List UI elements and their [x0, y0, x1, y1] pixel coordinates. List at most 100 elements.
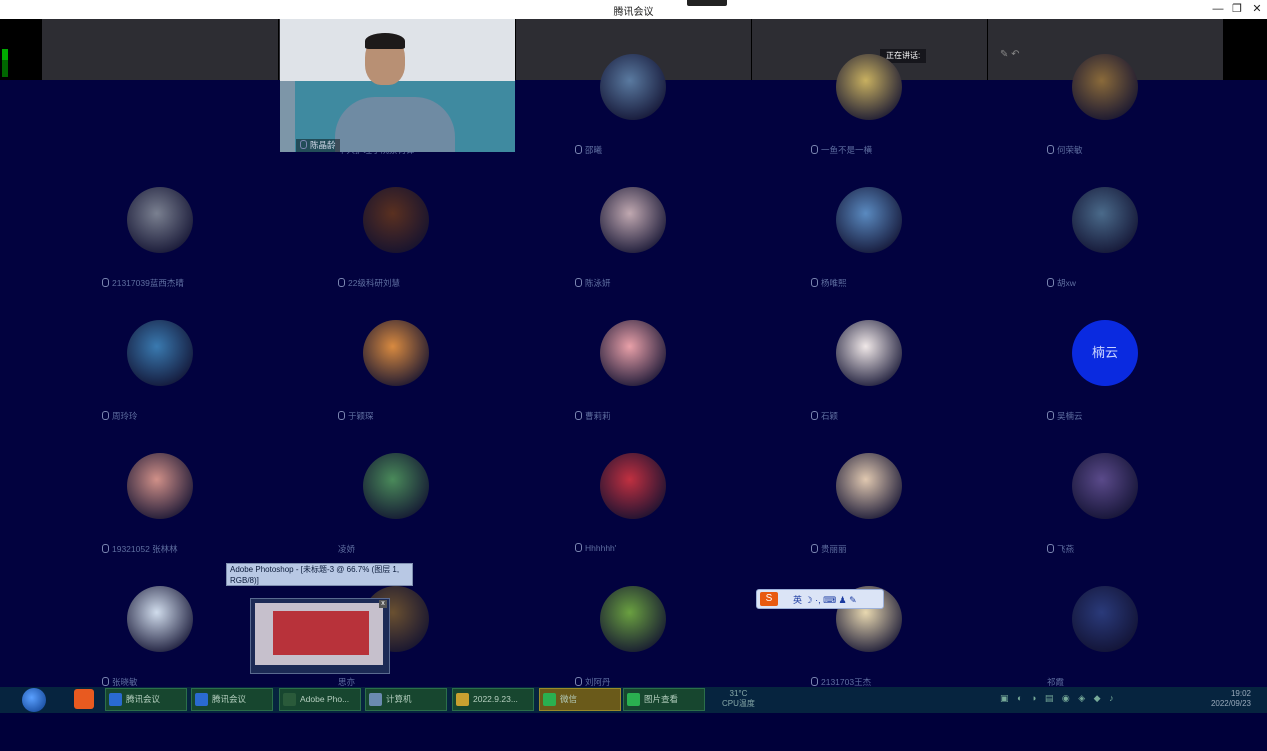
- app-icon: [109, 693, 122, 706]
- participant-name: 飞燕: [1047, 543, 1074, 555]
- avatar: [127, 453, 193, 519]
- participant-name: 石颖: [811, 410, 838, 422]
- taskbar: 31°C CPU温度 ▣ ◐ ◑ ▤ ◉ ◈ ◆ ♪ 19:02 2022/09…: [0, 687, 1267, 713]
- mic-icon: [102, 278, 109, 287]
- minimize-button[interactable]: —: [1210, 2, 1226, 16]
- avatar: [836, 54, 902, 120]
- mic-icon: [575, 278, 582, 287]
- mic-icon: [102, 411, 109, 420]
- thumbnail-banner: [273, 611, 369, 655]
- mic-icon: [102, 677, 109, 686]
- participant-tile[interactable]: 祁霞: [987, 586, 1223, 751]
- taskbar-button[interactable]: 计算机: [365, 688, 447, 711]
- mic-icon: [1047, 145, 1054, 154]
- close-button[interactable]: ✕: [1249, 2, 1265, 16]
- taskbar-button[interactable]: Adobe Pho...: [279, 688, 361, 711]
- participant-name: 胡xw: [1047, 277, 1076, 289]
- participant-name: 22级科研刘慧: [338, 277, 400, 289]
- taskbar-button[interactable]: 腾讯会议: [191, 688, 273, 711]
- taskbar-button[interactable]: 图片查看: [623, 688, 705, 711]
- participant-name: 邵曦: [575, 144, 602, 156]
- mic-icon: [575, 543, 582, 552]
- photoshop-thumbnail[interactable]: x: [250, 598, 390, 674]
- participant-name: 贵丽丽: [811, 543, 847, 555]
- ime-status[interactable]: 英 ☽ ·, ⌨ ♟ ✎: [793, 593, 857, 606]
- participant-name: 何荣敏: [1047, 144, 1083, 156]
- mic-icon: [300, 140, 307, 149]
- participant-tile[interactable]: 2131703王杰: [751, 586, 987, 751]
- cpu-temp: 31°C CPU温度: [722, 689, 755, 708]
- mic-icon: [811, 411, 818, 420]
- participant-name: 吴楠云: [1047, 410, 1083, 422]
- system-tray[interactable]: ▣ ◐ ◑ ▤ ◉ ◈ ◆ ♪: [1000, 693, 1117, 704]
- mic-icon: [575, 411, 582, 420]
- participant-grid: 中大护理学院紫荷锋邵曦一鱼不是一横何荣敏21317039蓝西杰晴22级科研刘慧陈…: [0, 54, 1267, 687]
- top-icons[interactable]: ✎ ↶: [1000, 49, 1020, 60]
- signal-icon: [2, 49, 8, 77]
- window-title: 腾讯会议: [613, 7, 654, 18]
- taskbar-button[interactable]: 2022.9.23...: [452, 688, 534, 711]
- avatar: [600, 187, 666, 253]
- thumbnail-close-button[interactable]: x: [379, 600, 387, 608]
- avatar: [127, 320, 193, 386]
- participant-name: 凌娇: [338, 544, 356, 554]
- avatar: [363, 453, 429, 519]
- participant-tile[interactable]: 张晓敏: [42, 586, 278, 751]
- mic-icon: [1047, 278, 1054, 287]
- start-button-icon[interactable]: [22, 688, 46, 712]
- participant-name: 19321052 张林林: [102, 543, 178, 555]
- mic-icon: [338, 411, 345, 420]
- avatar: [363, 320, 429, 386]
- ime-logo-icon[interactable]: S: [760, 592, 778, 606]
- mic-icon: [811, 278, 818, 287]
- mic-icon: [1047, 544, 1054, 553]
- app-icon: [627, 693, 640, 706]
- taskbar-button[interactable]: 微信: [539, 688, 621, 711]
- clock: 19:02 2022/09/23: [1210, 689, 1251, 708]
- avatar: [836, 187, 902, 253]
- participant-name: 周玲玲: [102, 410, 138, 422]
- taskbar-button[interactable]: 腾讯会议: [105, 688, 187, 711]
- mic-icon: [338, 278, 345, 287]
- participant-name: 曹莉莉: [575, 410, 611, 422]
- app-icon: [456, 693, 469, 706]
- app-icon: [543, 693, 556, 706]
- participant-name: 一鱼不是一横: [811, 144, 872, 156]
- mic-icon: [811, 544, 818, 553]
- mic-icon: [811, 145, 818, 154]
- avatar: [1072, 187, 1138, 253]
- app-icon: [283, 693, 296, 706]
- mic-icon: [102, 544, 109, 553]
- avatar: [600, 453, 666, 519]
- mic-icon: [575, 677, 582, 686]
- participant-name: 杨唯熙: [811, 277, 847, 289]
- ime-toolbar[interactable]: S 英 ☽ ·, ⌨ ♟ ✎: [756, 589, 884, 609]
- avatar: [1072, 586, 1138, 652]
- video-name-label: 陈晶龄: [296, 139, 340, 152]
- app-icon: [369, 693, 382, 706]
- avatar: [836, 453, 902, 519]
- avatar: [127, 187, 193, 253]
- participant-tile[interactable]: 刘阿丹: [515, 586, 751, 751]
- avatar: [836, 320, 902, 386]
- avatar: [600, 320, 666, 386]
- title-bar: 腾讯会议 — ❐ ✕: [0, 0, 1267, 19]
- avatar: [1072, 453, 1138, 519]
- video-feed[interactable]: 陈晶龄: [280, 19, 515, 152]
- mic-icon: [1047, 411, 1054, 420]
- pinned-app-icon[interactable]: [74, 689, 94, 709]
- photoshop-tooltip: Adobe Photoshop - [未标题-3 @ 66.7% (图层 1, …: [226, 563, 413, 586]
- avatar: [600, 586, 666, 652]
- avatar: [1072, 54, 1138, 120]
- mic-icon: [811, 677, 818, 686]
- avatar: 楠云: [1072, 320, 1138, 386]
- restore-button[interactable]: ❐: [1229, 2, 1245, 16]
- participant-name: Hhhhhh': [575, 543, 616, 553]
- avatar: [363, 187, 429, 253]
- app-icon: [195, 693, 208, 706]
- participant-name: 陈泳妍: [575, 277, 611, 289]
- avatar: [600, 54, 666, 120]
- avatar: [127, 586, 193, 652]
- mic-icon: [575, 145, 582, 154]
- participant-name: 21317039蓝西杰晴: [102, 277, 184, 289]
